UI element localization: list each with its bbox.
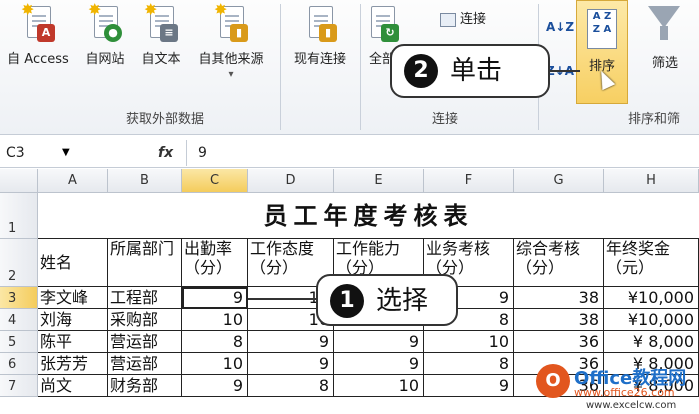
data-cell[interactable]: 36 bbox=[514, 331, 604, 353]
group-label-sort-filter: 排序和筛 bbox=[628, 112, 681, 127]
from-text-button[interactable]: ✸ ≡ 自文本 bbox=[134, 0, 188, 67]
data-cell[interactable]: 财务部 bbox=[108, 375, 182, 397]
data-cell[interactable]: 8 bbox=[248, 375, 334, 397]
data-cell[interactable]: 李文峰 bbox=[38, 287, 108, 309]
header-cell[interactable]: 所属部门 bbox=[108, 239, 182, 287]
ribbon: ✸ A 自 Access ✸ ● 自网站 ✸ ≡ 自文本 ✸ ▮ 自其他来源 ▾ ▮ 现… bbox=[0, 0, 699, 135]
data-cell[interactable]: 工程部 bbox=[108, 287, 182, 309]
header-cell[interactable]: 年终奖金（元） bbox=[604, 239, 699, 287]
data-cell[interactable]: 9 bbox=[424, 375, 514, 397]
header-cell[interactable]: 出勤率（分） bbox=[182, 239, 248, 287]
from-other-sources-button[interactable]: ✸ ▮ 自其他来源 ▾ bbox=[190, 0, 272, 80]
step-2-text: 单击 bbox=[450, 56, 503, 86]
group-label-external-data: 获取外部数据 bbox=[126, 112, 205, 127]
data-cell[interactable]: 10 bbox=[334, 375, 424, 397]
data-cell[interactable]: ¥ 8,000 bbox=[604, 331, 699, 353]
column-header[interactable]: H bbox=[604, 169, 699, 193]
office-logo-icon: O bbox=[536, 364, 570, 398]
header-cell[interactable]: 综合考核（分） bbox=[514, 239, 604, 287]
step-1-number: 1 bbox=[330, 284, 364, 318]
data-cell[interactable]: 9 bbox=[248, 353, 334, 375]
row-header[interactable]: 4 bbox=[0, 309, 38, 331]
row-header[interactable]: 6 bbox=[0, 353, 38, 375]
filter-button[interactable]: 筛选 bbox=[640, 52, 690, 71]
step-1-pointer bbox=[248, 298, 316, 300]
row-header[interactable]: 5 bbox=[0, 331, 38, 353]
data-cell[interactable]: 采购部 bbox=[108, 309, 182, 331]
from-access-button[interactable]: ✸ A 自 Access bbox=[6, 0, 70, 67]
data-cell[interactable]: 10 bbox=[182, 309, 248, 331]
column-header[interactable]: G bbox=[514, 169, 604, 193]
sheet-title[interactable]: 员工年度考核表 bbox=[38, 193, 699, 239]
row-header[interactable]: 1 bbox=[0, 193, 38, 239]
column-header[interactable]: A bbox=[38, 169, 108, 193]
data-cell[interactable]: 38 bbox=[514, 309, 604, 331]
filter-icon bbox=[648, 6, 680, 28]
formula-input[interactable]: 9 bbox=[198, 142, 207, 164]
data-cell[interactable]: 10 bbox=[182, 353, 248, 375]
connections-button[interactable]: 连接 bbox=[440, 8, 486, 27]
data-cell[interactable]: 8 bbox=[182, 331, 248, 353]
data-cell[interactable]: ¥10,000 bbox=[604, 309, 699, 331]
from-web-button[interactable]: ✸ ● 自网站 bbox=[78, 0, 132, 67]
access-icon: ✸ A bbox=[21, 0, 55, 42]
group-label-connections: 连接 bbox=[432, 112, 459, 127]
data-cell[interactable]: 尚文 bbox=[38, 375, 108, 397]
sort-ascending-button[interactable]: A↓Z bbox=[546, 20, 574, 34]
step-2-pointer bbox=[550, 70, 580, 72]
row-header[interactable]: 3 bbox=[0, 287, 38, 309]
step-1-text: 选择 bbox=[376, 286, 429, 316]
existing-connection-icon: ▮ bbox=[303, 2, 337, 42]
other-source-icon: ✸ ▮ bbox=[214, 0, 248, 42]
header-cell[interactable]: 姓名 bbox=[38, 239, 108, 287]
row-header[interactable]: 2 bbox=[0, 239, 38, 287]
web-icon: ✸ ● bbox=[88, 0, 122, 42]
chevron-down-icon: ▾ bbox=[228, 69, 234, 80]
text-icon: ✸ ≡ bbox=[144, 0, 178, 42]
active-cell-c3[interactable]: 9 bbox=[182, 287, 248, 309]
refresh-icon: ↻ bbox=[365, 2, 399, 42]
data-cell[interactable]: 9 bbox=[182, 375, 248, 397]
existing-connections-button[interactable]: ▮ 现有连接 bbox=[286, 2, 354, 67]
formula-bar: C3 ▼ fx 9 bbox=[0, 138, 699, 168]
sort-icon: A ZZ A bbox=[587, 9, 617, 49]
row-header[interactable]: 7 bbox=[0, 375, 38, 397]
insert-function-icon[interactable]: fx bbox=[158, 142, 173, 164]
data-cell[interactable]: 8 bbox=[424, 353, 514, 375]
connections-icon bbox=[440, 12, 456, 27]
step-1-callout: 1 选择 bbox=[316, 274, 458, 326]
data-cell[interactable]: 9 bbox=[334, 353, 424, 375]
column-header[interactable]: C bbox=[182, 169, 248, 193]
step-2-callout: 2 单击 bbox=[390, 44, 550, 98]
data-cell[interactable]: 9 bbox=[334, 331, 424, 353]
name-box-dropdown-icon[interactable]: ▼ bbox=[62, 142, 70, 164]
step-2-number: 2 bbox=[404, 54, 438, 88]
column-header[interactable]: E bbox=[334, 169, 424, 193]
data-cell[interactable]: 10 bbox=[424, 331, 514, 353]
data-cell[interactable]: 陈平 bbox=[38, 331, 108, 353]
column-header[interactable]: D bbox=[248, 169, 334, 193]
data-cell[interactable]: 38 bbox=[514, 287, 604, 309]
select-all-corner[interactable] bbox=[0, 169, 38, 193]
column-header[interactable]: B bbox=[108, 169, 182, 193]
watermark: O Office教程网 www.office26.com www.excelcw… bbox=[532, 360, 699, 414]
column-header[interactable]: F bbox=[424, 169, 514, 193]
data-cell[interactable]: 9 bbox=[248, 331, 334, 353]
data-cell[interactable]: 刘海 bbox=[38, 309, 108, 331]
data-cell[interactable]: 营运部 bbox=[108, 331, 182, 353]
data-cell[interactable]: ¥10,000 bbox=[604, 287, 699, 309]
data-cell[interactable]: 张芳芳 bbox=[38, 353, 108, 375]
data-cell[interactable]: 营运部 bbox=[108, 353, 182, 375]
